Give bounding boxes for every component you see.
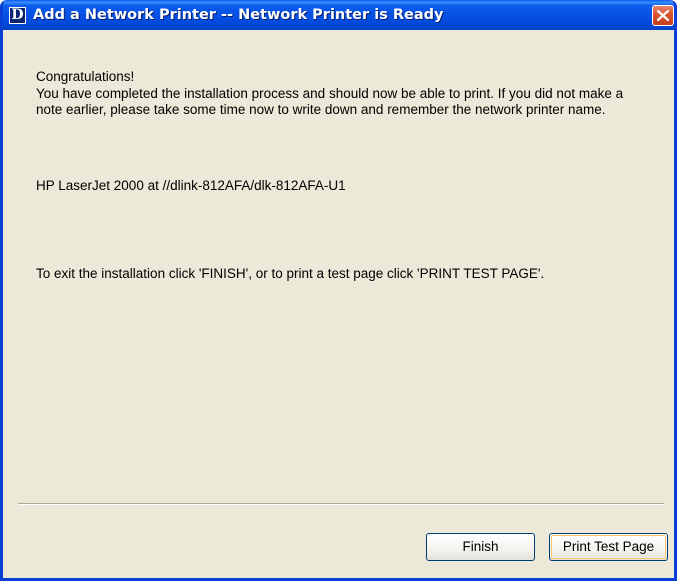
printer-name-text: HP LaserJet 2000 at //dlink-812AFA/dlk-8… <box>36 178 346 193</box>
button-separator <box>18 503 664 505</box>
close-button[interactable] <box>652 5 674 26</box>
dlink-logo-icon: D <box>9 7 26 24</box>
title-bar[interactable]: D Add a Network Printer -- Network Print… <box>3 0 674 30</box>
finish-button[interactable]: Finish <box>426 533 535 561</box>
congratulations-heading: Congratulations! <box>36 69 135 84</box>
print-test-page-button[interactable]: Print Test Page <box>549 533 668 561</box>
completion-message: You have completed the installation proc… <box>36 85 624 118</box>
message-block: Congratulations! You have completed the … <box>36 69 651 119</box>
exit-instructions-text: To exit the installation click 'FINISH',… <box>36 266 545 281</box>
close-icon <box>657 10 669 21</box>
window-title: Add a Network Printer -- Network Printer… <box>33 7 444 23</box>
dialog-window: D Add a Network Printer -- Network Print… <box>0 0 677 581</box>
print-test-page-label: Print Test Page <box>551 535 666 559</box>
